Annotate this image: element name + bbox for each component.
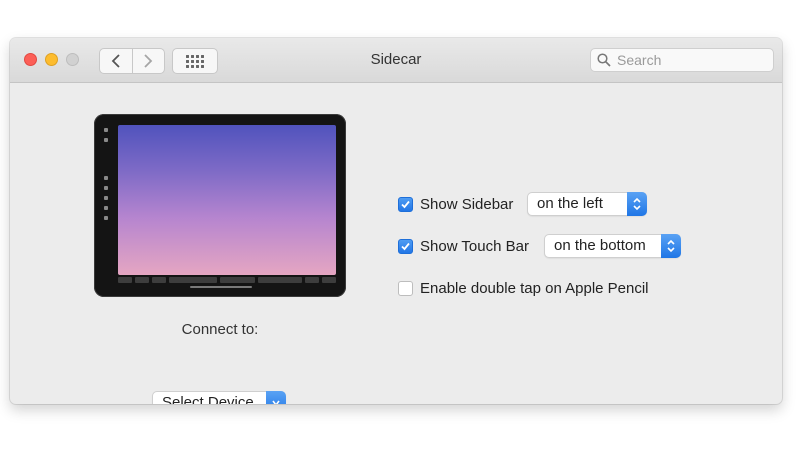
sidebar-position-value: on the left: [537, 195, 603, 212]
close-button[interactable]: [24, 53, 37, 66]
navigation-buttons: [99, 48, 165, 74]
ipad-screen: [118, 125, 336, 275]
checkmark-icon: [401, 200, 410, 209]
minimize-button[interactable]: [45, 53, 58, 66]
search-field[interactable]: [590, 48, 774, 72]
updown-arrows-icon: [661, 234, 681, 258]
home-indicator: [190, 286, 252, 288]
search-icon: [597, 53, 611, 67]
show-sidebar-checkbox[interactable]: [398, 197, 413, 212]
double-tap-checkbox[interactable]: [398, 281, 413, 296]
ipad-preview: [94, 114, 346, 297]
touch-bar-preview: [118, 277, 336, 285]
show-touch-bar-checkbox[interactable]: [398, 239, 413, 254]
zoom-button[interactable]: [66, 53, 79, 66]
sidebar-position-select[interactable]: on the left: [527, 192, 647, 216]
title-bar: Sidecar: [10, 38, 782, 83]
device-select-value: Select Device: [162, 394, 254, 404]
forward-button[interactable]: [131, 49, 165, 73]
checkmark-icon: [401, 242, 410, 251]
show-sidebar-label[interactable]: Show Sidebar: [420, 196, 513, 213]
double-tap-option: Enable double tap on Apple Pencil: [398, 280, 649, 297]
double-tap-label[interactable]: Enable double tap on Apple Pencil: [420, 280, 649, 297]
preferences-window: Sidecar Search Connect to: Select Device…: [10, 38, 782, 404]
grid-icon: [186, 54, 204, 68]
show-touch-bar-label[interactable]: Show Touch Bar: [420, 238, 529, 255]
touch-bar-position-select[interactable]: on the bottom: [544, 234, 681, 258]
chevron-right-icon: [144, 54, 153, 68]
touch-bar-position-value: on the bottom: [554, 237, 646, 254]
preferences-content: Connect to: Select Device Show Sidebar o…: [10, 83, 782, 404]
chevron-down-icon: [266, 391, 286, 404]
search-input[interactable]: [617, 52, 767, 68]
show-all-button[interactable]: [172, 48, 218, 74]
show-sidebar-option: Show Sidebar: [398, 196, 513, 213]
chevron-left-icon: [111, 54, 120, 68]
device-select[interactable]: Select Device: [152, 391, 286, 404]
back-button[interactable]: [100, 49, 132, 73]
show-touch-bar-option: Show Touch Bar: [398, 238, 529, 255]
updown-arrows-icon: [627, 192, 647, 216]
connect-label: Connect to:: [181, 321, 259, 338]
